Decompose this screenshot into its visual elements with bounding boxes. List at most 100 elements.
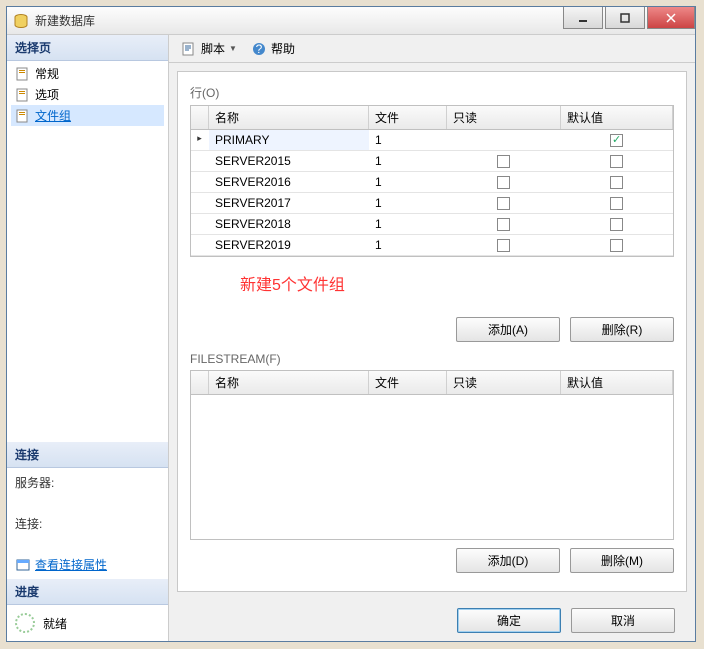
titlebar: 新建数据库	[7, 7, 695, 35]
dialog-buttons: 确定 取消	[169, 600, 695, 641]
rows-grid: 名称 文件 只读 默认值 ▸PRIMARY1SERVER20151SERVER2…	[190, 105, 674, 257]
view-connection-props-link[interactable]: 查看连接属性	[15, 556, 160, 573]
script-icon	[181, 41, 197, 57]
cell-default[interactable]	[561, 172, 673, 192]
progress-header: 进度	[7, 579, 168, 605]
sidebar-item-label: 文件组	[35, 107, 71, 124]
cell-name[interactable]: SERVER2015	[209, 151, 369, 171]
script-button[interactable]: 脚本 ▼	[177, 38, 241, 59]
rows-label: 行(O)	[190, 84, 674, 101]
table-row[interactable]: SERVER20151	[191, 151, 673, 172]
checkbox[interactable]	[497, 176, 510, 189]
checkbox[interactable]	[497, 239, 510, 252]
maximize-button[interactable]	[605, 7, 645, 29]
checkbox[interactable]	[610, 218, 623, 231]
page-icon	[15, 108, 31, 124]
page-icon	[15, 66, 31, 82]
help-icon: ?	[251, 41, 267, 57]
col-readonly[interactable]: 只读	[447, 371, 561, 394]
page-icon	[15, 87, 31, 103]
table-row[interactable]: SERVER20171	[191, 193, 673, 214]
progress-status: 就绪	[43, 615, 67, 632]
cell-default[interactable]	[561, 151, 673, 171]
sidebar-item-label: 常规	[35, 65, 59, 82]
dialog-window: 新建数据库 选择页 常规 选项 文件组	[6, 6, 696, 642]
cell-default[interactable]	[561, 214, 673, 234]
col-default[interactable]: 默认值	[561, 106, 673, 129]
col-default[interactable]: 默认值	[561, 371, 673, 394]
cell-file[interactable]: 1	[369, 214, 447, 234]
delete-row-button[interactable]: 删除(R)	[570, 317, 674, 342]
col-file[interactable]: 文件	[369, 106, 447, 129]
close-icon	[666, 13, 676, 23]
cell-file[interactable]: 1	[369, 193, 447, 213]
connection-label: 连接:	[15, 515, 160, 532]
help-button[interactable]: ? 帮助	[247, 38, 299, 59]
cancel-button[interactable]: 取消	[571, 608, 675, 633]
select-page-header: 选择页	[7, 35, 168, 61]
checkbox[interactable]	[497, 155, 510, 168]
minimize-button[interactable]	[563, 7, 603, 29]
checkbox[interactable]	[610, 134, 623, 147]
col-name[interactable]: 名称	[209, 106, 369, 129]
cell-name[interactable]: SERVER2018	[209, 214, 369, 234]
col-readonly[interactable]: 只读	[447, 106, 561, 129]
content-area: 选择页 常规 选项 文件组 连接 服务器: 连	[7, 35, 695, 641]
ok-button[interactable]: 确定	[457, 608, 561, 633]
filestream-buttons: 添加(D) 删除(M)	[190, 548, 674, 573]
col-name[interactable]: 名称	[209, 371, 369, 394]
cell-name[interactable]: SERVER2019	[209, 235, 369, 255]
server-label: 服务器:	[15, 474, 160, 491]
checkbox[interactable]	[610, 155, 623, 168]
sidebar-item-general[interactable]: 常规	[11, 63, 164, 84]
add-row-button[interactable]: 添加(A)	[456, 317, 560, 342]
col-file[interactable]: 文件	[369, 371, 447, 394]
server-value	[15, 493, 160, 507]
checkbox[interactable]	[610, 197, 623, 210]
cell-name[interactable]: SERVER2016	[209, 172, 369, 192]
properties-icon	[15, 557, 31, 573]
main-panel: 行(O) 名称 文件 只读 默认值 ▸PRIMARY1SERVER20151SE…	[177, 71, 687, 592]
minimize-icon	[578, 13, 588, 23]
cell-readonly[interactable]	[447, 130, 561, 150]
cell-readonly[interactable]	[447, 172, 561, 192]
cell-file[interactable]: 1	[369, 151, 447, 171]
table-row[interactable]: SERVER20181	[191, 214, 673, 235]
sidebar: 选择页 常规 选项 文件组 连接 服务器: 连	[7, 35, 169, 641]
cell-readonly[interactable]	[447, 214, 561, 234]
sidebar-item-filegroups[interactable]: 文件组	[11, 105, 164, 126]
delete-filestream-button[interactable]: 删除(M)	[570, 548, 674, 573]
progress-body: 就绪	[7, 605, 168, 641]
cell-readonly[interactable]	[447, 193, 561, 213]
cell-readonly[interactable]	[447, 235, 561, 255]
maximize-icon	[620, 13, 630, 23]
table-row[interactable]: ▸PRIMARY1	[191, 130, 673, 151]
cell-default[interactable]	[561, 235, 673, 255]
add-filestream-button[interactable]: 添加(D)	[456, 548, 560, 573]
chevron-down-icon: ▼	[229, 44, 237, 53]
cell-file[interactable]: 1	[369, 235, 447, 255]
rows-buttons: 添加(A) 删除(R)	[190, 317, 674, 342]
cell-default[interactable]	[561, 130, 673, 150]
checkbox[interactable]	[497, 218, 510, 231]
page-list: 常规 选项 文件组	[7, 61, 168, 128]
svg-text:?: ?	[256, 42, 263, 56]
table-row[interactable]: SERVER20161	[191, 172, 673, 193]
table-row[interactable]: SERVER20191	[191, 235, 673, 256]
cell-file[interactable]: 1	[369, 172, 447, 192]
close-button[interactable]	[647, 7, 695, 29]
database-icon	[13, 13, 29, 29]
toolbar-label: 帮助	[271, 40, 295, 57]
cell-readonly[interactable]	[447, 151, 561, 171]
cell-name[interactable]: SERVER2017	[209, 193, 369, 213]
window-title: 新建数据库	[35, 12, 561, 29]
checkbox[interactable]	[610, 239, 623, 252]
grid-header: 名称 文件 只读 默认值	[191, 371, 673, 395]
checkbox[interactable]	[610, 176, 623, 189]
cell-file[interactable]: 1	[369, 130, 447, 150]
cell-name[interactable]: PRIMARY	[209, 130, 369, 150]
checkbox[interactable]	[497, 197, 510, 210]
annotation-text: 新建5个文件组	[240, 271, 674, 295]
cell-default[interactable]	[561, 193, 673, 213]
sidebar-item-options[interactable]: 选项	[11, 84, 164, 105]
